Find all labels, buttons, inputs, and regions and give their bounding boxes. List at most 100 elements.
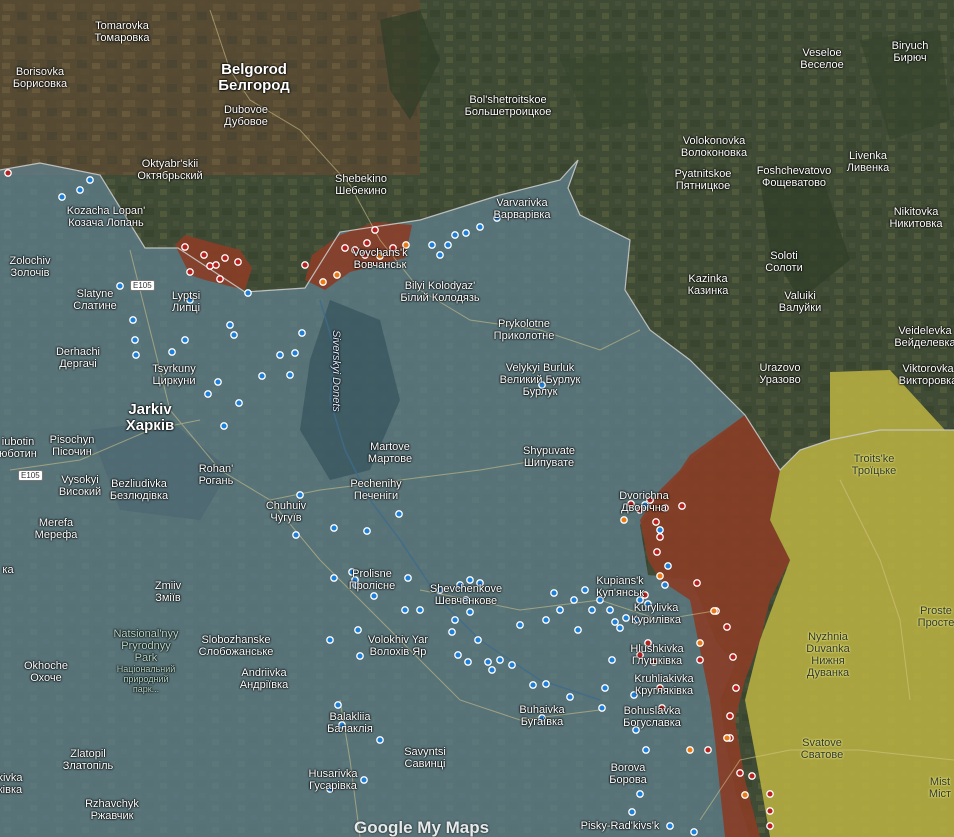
marker-red[interactable] bbox=[641, 591, 649, 599]
marker-blue[interactable] bbox=[296, 491, 304, 499]
marker-red[interactable] bbox=[206, 262, 214, 270]
marker-red[interactable] bbox=[627, 500, 635, 508]
marker-blue[interactable] bbox=[466, 576, 474, 584]
marker-blue[interactable] bbox=[488, 666, 496, 674]
marker-blue[interactable] bbox=[132, 351, 140, 359]
marker-blue[interactable] bbox=[376, 736, 384, 744]
marker-blue[interactable] bbox=[428, 241, 436, 249]
marker-red[interactable] bbox=[656, 533, 664, 541]
marker-orange[interactable] bbox=[656, 572, 664, 580]
marker-blue[interactable] bbox=[326, 785, 334, 793]
marker-blue[interactable] bbox=[291, 349, 299, 357]
marker-blue[interactable] bbox=[436, 586, 444, 594]
marker-blue[interactable] bbox=[298, 329, 306, 337]
marker-blue[interactable] bbox=[538, 714, 546, 722]
marker-blue[interactable] bbox=[484, 658, 492, 666]
marker-red[interactable] bbox=[766, 807, 774, 815]
marker-blue[interactable] bbox=[636, 596, 644, 604]
map-view[interactable]: E105 E105 Tomarovka Томаровка Borisovka Бо… bbox=[0, 0, 954, 837]
marker-blue[interactable] bbox=[401, 606, 409, 614]
marker-orange[interactable] bbox=[620, 516, 628, 524]
marker-blue[interactable] bbox=[131, 336, 139, 344]
marker-blue[interactable] bbox=[493, 214, 501, 222]
marker-orange[interactable] bbox=[696, 639, 704, 647]
marker-blue[interactable] bbox=[444, 241, 452, 249]
marker-blue[interactable] bbox=[451, 616, 459, 624]
marker-blue[interactable] bbox=[334, 701, 342, 709]
marker-blue[interactable] bbox=[116, 282, 124, 290]
marker-blue[interactable] bbox=[276, 351, 284, 359]
marker-red[interactable] bbox=[234, 258, 242, 266]
marker-blue[interactable] bbox=[476, 579, 484, 587]
marker-blue[interactable] bbox=[601, 684, 609, 692]
marker-red[interactable] bbox=[696, 656, 704, 664]
marker-orange[interactable] bbox=[741, 791, 749, 799]
marker-blue[interactable] bbox=[181, 336, 189, 344]
marker-red[interactable] bbox=[216, 275, 224, 283]
marker-red[interactable] bbox=[766, 822, 774, 830]
marker-red[interactable] bbox=[4, 169, 12, 177]
marker-blue[interactable] bbox=[363, 527, 371, 535]
marker-blue[interactable] bbox=[622, 614, 630, 622]
marker-blue[interactable] bbox=[529, 681, 537, 689]
marker-blue[interactable] bbox=[550, 589, 558, 597]
marker-blue[interactable] bbox=[656, 526, 664, 534]
marker-orange[interactable] bbox=[402, 241, 410, 249]
marker-red[interactable] bbox=[341, 244, 349, 252]
marker-blue[interactable] bbox=[636, 790, 644, 798]
marker-red[interactable] bbox=[736, 769, 744, 777]
marker-blue[interactable] bbox=[630, 691, 638, 699]
marker-red[interactable] bbox=[186, 268, 194, 276]
marker-blue[interactable] bbox=[76, 186, 84, 194]
marker-blue[interactable] bbox=[86, 176, 94, 184]
marker-blue[interactable] bbox=[448, 628, 456, 636]
marker-blue[interactable] bbox=[129, 316, 137, 324]
marker-red[interactable] bbox=[656, 684, 664, 692]
marker-blue[interactable] bbox=[58, 193, 66, 201]
marker-blue[interactable] bbox=[508, 661, 516, 669]
marker-red[interactable] bbox=[652, 518, 660, 526]
marker-blue[interactable] bbox=[581, 586, 589, 594]
marker-blue[interactable] bbox=[496, 656, 504, 664]
marker-blue[interactable] bbox=[596, 596, 604, 604]
marker-orange[interactable] bbox=[686, 746, 694, 754]
marker-blue[interactable] bbox=[666, 822, 674, 830]
marker-blue[interactable] bbox=[570, 596, 578, 604]
marker-blue[interactable] bbox=[235, 399, 243, 407]
marker-blue[interactable] bbox=[338, 721, 346, 729]
marker-blue[interactable] bbox=[616, 624, 624, 632]
marker-red[interactable] bbox=[726, 712, 734, 720]
marker-red[interactable] bbox=[371, 226, 379, 234]
marker-red[interactable] bbox=[693, 579, 701, 587]
marker-blue[interactable] bbox=[642, 746, 650, 754]
marker-red[interactable] bbox=[650, 658, 658, 666]
marker-blue[interactable] bbox=[516, 621, 524, 629]
marker-blue[interactable] bbox=[351, 576, 359, 584]
marker-red[interactable] bbox=[361, 251, 369, 259]
marker-blue[interactable] bbox=[608, 656, 616, 664]
marker-blue[interactable] bbox=[661, 581, 669, 589]
marker-blue[interactable] bbox=[370, 592, 378, 600]
marker-red[interactable] bbox=[766, 790, 774, 798]
marker-blue[interactable] bbox=[244, 289, 252, 297]
marker-red[interactable] bbox=[181, 243, 189, 251]
marker-blue[interactable] bbox=[476, 223, 484, 231]
marker-blue[interactable] bbox=[292, 531, 300, 539]
marker-blue[interactable] bbox=[542, 680, 550, 688]
marker-blue[interactable] bbox=[690, 828, 698, 836]
marker-blue[interactable] bbox=[466, 608, 474, 616]
marker-blue[interactable] bbox=[474, 636, 482, 644]
marker-blue[interactable] bbox=[641, 501, 649, 509]
marker-blue[interactable] bbox=[566, 693, 574, 701]
marker-red[interactable] bbox=[661, 504, 669, 512]
marker-blue[interactable] bbox=[436, 251, 444, 259]
marker-blue[interactable] bbox=[168, 348, 176, 356]
marker-red[interactable] bbox=[363, 239, 371, 247]
marker-red[interactable] bbox=[704, 746, 712, 754]
marker-blue[interactable] bbox=[220, 422, 228, 430]
marker-blue[interactable] bbox=[598, 704, 606, 712]
marker-blue[interactable] bbox=[628, 808, 636, 816]
marker-red[interactable] bbox=[351, 246, 359, 254]
marker-blue[interactable] bbox=[348, 568, 356, 576]
marker-orange[interactable] bbox=[376, 252, 384, 260]
